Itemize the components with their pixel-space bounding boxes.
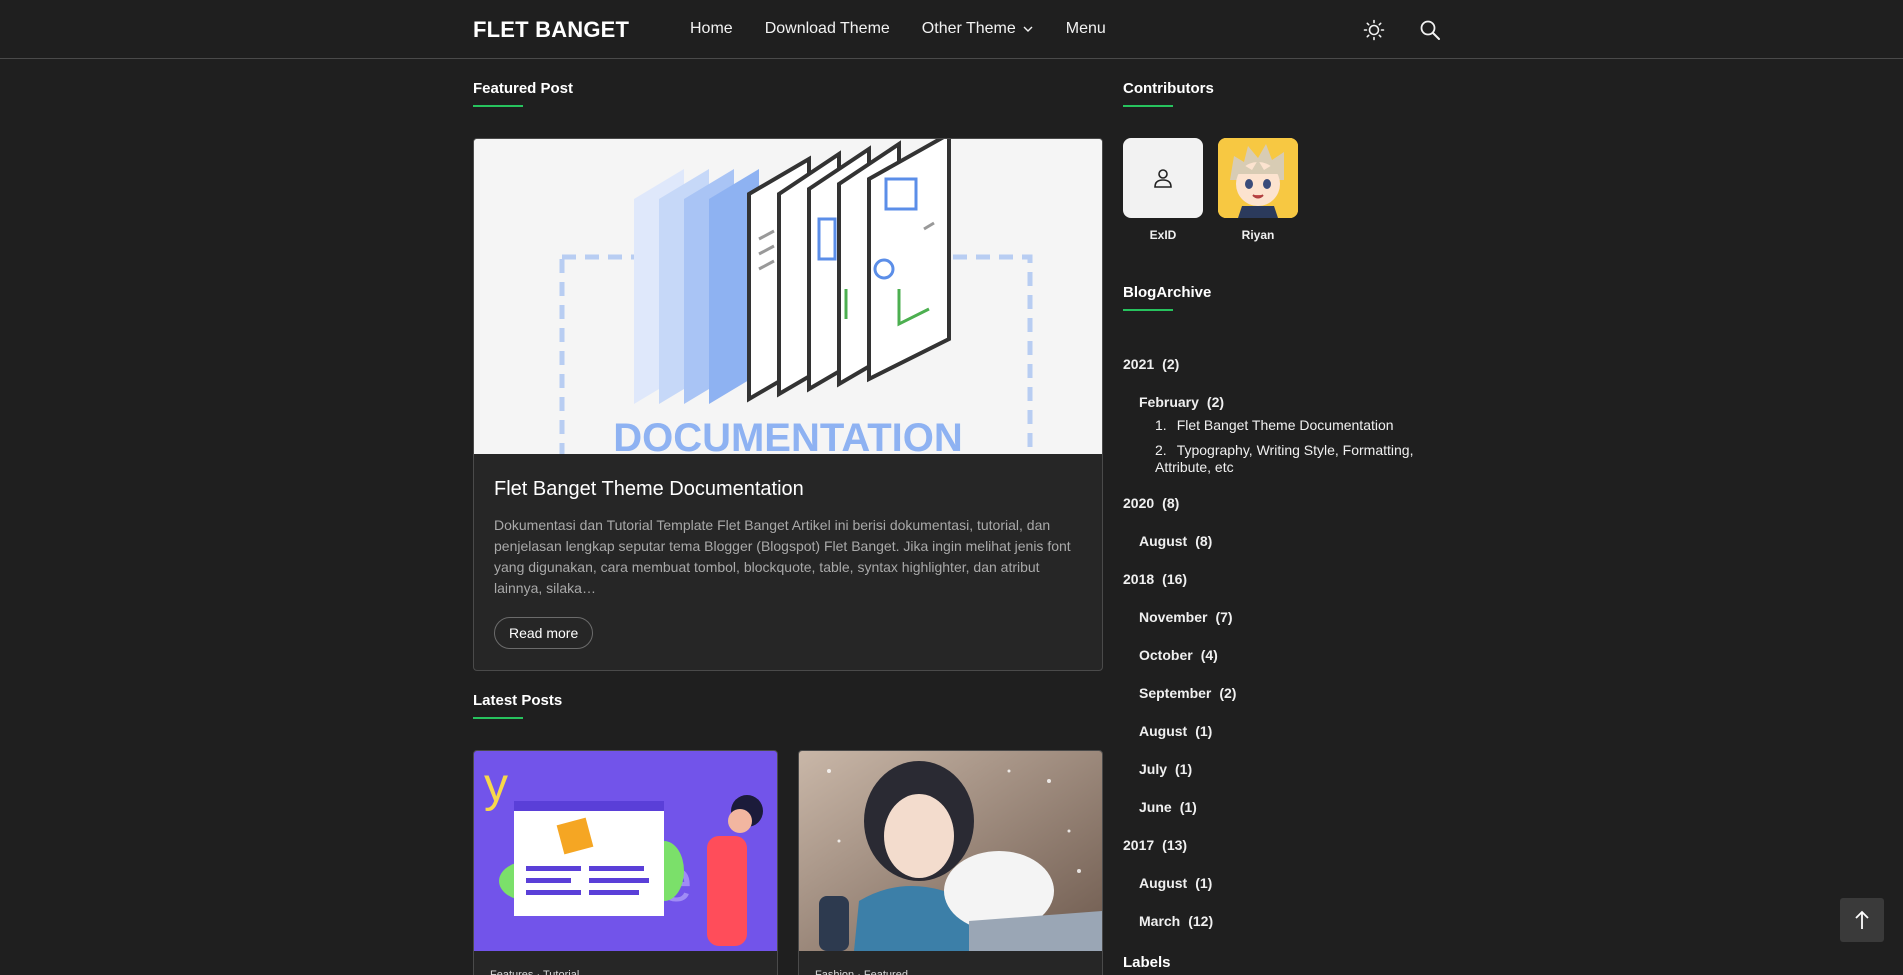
nav-download-theme-label: Download Theme [764, 20, 890, 37]
latest-post-card[interactable]: Fashion · Featured [798, 750, 1103, 975]
featured-post-card[interactable]: DOCUMENTATION Flet Banget Theme Document… [473, 138, 1103, 671]
winter-portrait-photo [799, 751, 1102, 951]
archive-month-label: March [1139, 913, 1181, 929]
post-tags[interactable]: Fashion · Featured [799, 951, 1102, 975]
read-more-button[interactable]: Read more [494, 617, 594, 649]
archive-month-march[interactable]: March (12) [1123, 902, 1443, 940]
user-icon [1154, 169, 1172, 188]
archive-month-july[interactable]: July (1) [1123, 750, 1443, 788]
archive-year-label: 2017 [1123, 837, 1155, 853]
archive-count: (2) [1206, 394, 1225, 410]
site-brand[interactable]: FLET BANGET [473, 17, 629, 43]
documentation-illustration: DOCUMENTATION [474, 139, 1102, 454]
archive-count: (16) [1162, 571, 1188, 587]
archive-post-list: 1. Flet Banget Theme Documentation 2. Typo… [1123, 417, 1443, 476]
archive-year-2021[interactable]: 2021 (2) [1123, 345, 1443, 383]
archive-month-september[interactable]: September (2) [1123, 674, 1443, 712]
site-header: FLET BANGET Home Download Theme Other Th… [0, 0, 1903, 59]
archive-count: (4) [1200, 647, 1218, 663]
search-icon[interactable] [1418, 18, 1442, 42]
archive-month-august[interactable]: August (8) [1123, 522, 1443, 560]
anime-avatar-icon [1218, 138, 1298, 218]
nav-download-theme[interactable]: Download Theme [765, 20, 890, 38]
nav-menu[interactable]: Menu [1066, 20, 1106, 38]
archive-month-label: February [1139, 394, 1199, 410]
blog-archive-list: 2021 (2) February (2) 1. Flet Banget Them… [1123, 345, 1443, 940]
featured-heading: Featured Post [473, 80, 574, 107]
archive-year-label: 2021 [1123, 356, 1155, 372]
latest-post-card[interactable]: y e Features · Tutorial [473, 750, 778, 975]
nav-menu-label: Menu [1065, 20, 1106, 37]
archive-month-label: August [1139, 875, 1188, 891]
archive-month-june[interactable]: June (1) [1123, 788, 1443, 826]
archive-post-link[interactable]: 1. Flet Banget Theme Documentation [1155, 417, 1443, 434]
arrow-up-icon [1855, 910, 1869, 929]
main-nav: Home Download Theme Other Theme Menu [690, 20, 1138, 38]
sun-icon[interactable] [1362, 18, 1386, 42]
archive-count: (1) [1195, 723, 1213, 739]
archive-month-label: August [1139, 723, 1188, 739]
nav-other-theme-label: Other Theme [921, 20, 1016, 37]
archive-post-number: 2. [1155, 442, 1167, 458]
web-design-illustration: y e [474, 751, 777, 951]
avatar[interactable] [1123, 138, 1203, 218]
svg-text:y: y [484, 759, 508, 812]
featured-post-title[interactable]: Flet Banget Theme Documentation [494, 478, 1082, 501]
nav-other-theme[interactable]: Other Theme [922, 20, 1034, 38]
documentation-image-label: DOCUMENTATION [613, 416, 963, 454]
contributor-name[interactable]: Riyan [1218, 228, 1298, 242]
labels-heading: Labels [1123, 954, 1171, 971]
archive-count: (8) [1195, 533, 1213, 549]
archive-count: (1) [1175, 761, 1193, 777]
archive-year-label: 2020 [1123, 495, 1155, 511]
featured-post-excerpt: Dokumentasi dan Tutorial Template Flet B… [494, 517, 1071, 596]
archive-post-link[interactable]: 2. Typography, Writing Style, Formatting,… [1155, 442, 1443, 476]
chevron-down-icon [1023, 26, 1033, 32]
archive-month-label: October [1139, 647, 1193, 663]
contributors-heading: Contributors [1123, 80, 1214, 107]
archive-count: (2) [1219, 685, 1237, 701]
nav-home-label: Home [690, 20, 733, 37]
archive-count: (13) [1162, 837, 1188, 853]
archive-count: (7) [1215, 609, 1233, 625]
archive-month-november[interactable]: November (7) [1123, 598, 1443, 636]
archive-year-2018[interactable]: 2018 (16) [1123, 560, 1443, 598]
archive-count: (1) [1179, 799, 1197, 815]
archive-month-label: September [1139, 685, 1212, 701]
archive-count: (1) [1195, 875, 1213, 891]
archive-month-label: July [1139, 761, 1168, 777]
nav-home[interactable]: Home [690, 20, 733, 38]
contributor-riyan[interactable]: Riyan [1218, 138, 1298, 242]
back-to-top-button[interactable] [1840, 898, 1884, 942]
archive-month-october[interactable]: October (4) [1123, 636, 1443, 674]
archive-count: (12) [1188, 913, 1214, 929]
archive-count: (8) [1162, 495, 1180, 511]
archive-month-august[interactable]: August (1) [1123, 864, 1443, 902]
latest-posts-heading: Latest Posts [473, 692, 563, 719]
archive-month-august[interactable]: August (1) [1123, 712, 1443, 750]
archive-month-label: November [1139, 609, 1208, 625]
archive-year-2020[interactable]: 2020 (8) [1123, 484, 1443, 522]
archive-post-title: Flet Banget Theme Documentation [1176, 417, 1394, 433]
post-thumbnail[interactable] [799, 751, 1102, 951]
post-tags[interactable]: Features · Tutorial [474, 951, 777, 975]
post-thumbnail[interactable]: y e [474, 751, 777, 951]
contributor-exid[interactable]: ExID [1123, 138, 1203, 242]
archive-year-label: 2018 [1123, 571, 1155, 587]
archive-post-number: 1. [1155, 417, 1167, 433]
archive-year-2017[interactable]: 2017 (13) [1123, 826, 1443, 864]
archive-month-label: August [1139, 533, 1188, 549]
archive-count: (2) [1162, 356, 1180, 372]
archive-month-label: June [1139, 799, 1172, 815]
blog-archive-heading: BlogArchive [1123, 284, 1212, 311]
contributor-name[interactable]: ExID [1123, 228, 1203, 242]
archive-post-title: Typography, Writing Style, Formatting, A… [1155, 442, 1414, 475]
avatar[interactable] [1218, 138, 1298, 218]
featured-post-image[interactable]: DOCUMENTATION [474, 139, 1102, 454]
archive-month-february[interactable]: February (2) [1123, 383, 1443, 421]
